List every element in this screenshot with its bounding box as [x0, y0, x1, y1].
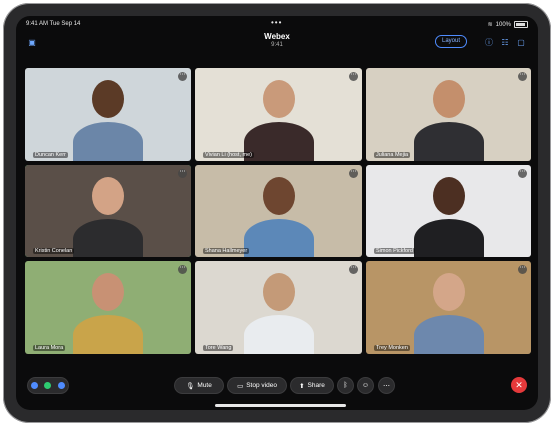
video-tile[interactable]: ⋯ Juliana Mejia: [366, 68, 531, 161]
tile-more-icon[interactable]: ⋯: [178, 265, 187, 274]
participant-body: [413, 315, 484, 354]
home-indicator[interactable]: [215, 404, 346, 407]
video-tile[interactable]: ⋯ Laura Mora: [25, 261, 191, 354]
mute-label: Mute: [197, 382, 212, 389]
share-button[interactable]: ⬆ Share: [290, 377, 334, 394]
video-tile[interactable]: ⋯ Simon Pickford: [366, 165, 531, 257]
participant-name: Tore Wang: [203, 345, 234, 351]
participant-body: [413, 219, 484, 257]
multitask-dots[interactable]: •••: [271, 18, 282, 27]
share-icon: ⬆: [299, 382, 305, 390]
layout-button[interactable]: Layout: [435, 35, 467, 48]
status-bar: 9:41 AM Tue Sep 14 ••• ≋ 100%: [16, 16, 538, 30]
participant-video: [73, 273, 143, 354]
participant-body: [73, 219, 143, 257]
participant-head: [92, 80, 124, 118]
video-tile[interactable]: ⋯ Duncan Kerr: [25, 68, 191, 161]
info-icon[interactable]: ⓘ: [483, 36, 495, 48]
video-icon: ▭: [237, 382, 244, 390]
participant-name: Juliana Mejia: [374, 152, 411, 158]
tile-more-icon[interactable]: ⋯: [178, 72, 187, 81]
control-bar: 🎙 Mute ▭ Stop video ⬆ Share ᛒ ☺ ⋯ ✕: [16, 372, 538, 398]
stop-video-button[interactable]: ▭ Stop video: [227, 377, 287, 394]
tile-more-icon[interactable]: ⋯: [349, 169, 358, 178]
tile-more-icon[interactable]: ⋯: [518, 169, 527, 178]
chat-icon[interactable]: ▢: [515, 36, 527, 48]
video-tile[interactable]: ⋯ Trey Monken: [366, 261, 531, 354]
battery-icon: [514, 21, 528, 28]
participant-video: [73, 177, 143, 257]
participant-name: Simon Pickford: [374, 248, 415, 254]
participant-body: [243, 315, 314, 354]
participant-video: [413, 80, 484, 161]
status-right: ≋ 100%: [488, 21, 528, 28]
video-tile[interactable]: ⋯ Tore Wang: [195, 261, 362, 354]
participant-body: [243, 122, 314, 161]
participant-head: [262, 80, 295, 118]
video-grid: ⋯ Duncan Kerr ⋯ Vivian Li (host, me) ⋯ J…: [25, 68, 531, 354]
reactions-icon[interactable]: ☺: [357, 377, 374, 394]
bluetooth-icon[interactable]: ᛒ: [337, 377, 354, 394]
device-icon: [44, 382, 52, 389]
audio-icon: [31, 382, 39, 389]
participant-name: Trey Monken: [374, 345, 410, 351]
battery-percent: 100%: [495, 21, 511, 28]
participant-video: [243, 273, 314, 354]
participant-video: [413, 273, 484, 354]
video-tile[interactable]: ⋯ Vivian Li (host, me): [195, 68, 362, 161]
participant-head: [432, 177, 465, 215]
status-time: 9:41 AM Tue Sep 14: [26, 21, 81, 27]
participant-video: [243, 177, 314, 257]
signal-icon: [57, 382, 65, 389]
video-tile-active-speaker[interactable]: ⋯ Kristin Conelan: [25, 165, 191, 257]
mic-icon: 🎙: [186, 382, 195, 390]
participant-head: [92, 177, 124, 215]
participant-body: [73, 122, 143, 161]
participant-name: Kristin Conelan: [33, 248, 75, 254]
tile-more-icon[interactable]: ⋯: [518, 72, 527, 81]
participant-name: Vivian Li (host, me): [203, 152, 254, 158]
participant-body: [73, 315, 143, 354]
end-call-icon[interactable]: ✕: [511, 377, 527, 393]
stop-video-label: Stop video: [246, 382, 277, 389]
participant-name: Duncan Kerr: [33, 152, 68, 158]
more-icon[interactable]: ⋯: [378, 377, 395, 394]
participant-body: [413, 122, 484, 161]
tile-more-icon[interactable]: ⋯: [349, 265, 358, 274]
wifi-icon: ≋: [487, 22, 493, 28]
tile-more-icon[interactable]: ⋯: [178, 169, 187, 178]
participant-head: [432, 80, 465, 118]
share-label: Share: [307, 382, 325, 389]
app-header: ▣ Webex 9:41 Layout ⓘ ☷ ▢: [16, 30, 538, 56]
webex-screen: 9:41 AM Tue Sep 14 ••• ≋ 100% ▣ Webex 9:…: [16, 16, 538, 410]
participant-video: [73, 80, 143, 161]
participant-name: Laura Mora: [33, 345, 66, 351]
participants-icon[interactable]: ☷: [499, 36, 511, 48]
tile-more-icon[interactable]: ⋯: [349, 72, 358, 81]
tile-more-icon[interactable]: ⋯: [518, 265, 527, 274]
participant-video: [413, 177, 484, 257]
participant-body: [243, 219, 314, 257]
participant-head: [92, 273, 124, 311]
participant-video: [243, 80, 314, 161]
audio-connection-group[interactable]: [27, 377, 69, 394]
participant-name: Shana Hallmeyer: [203, 248, 250, 254]
participant-head: [262, 177, 295, 215]
participant-head: [432, 273, 465, 311]
participant-head: [262, 273, 295, 311]
ipad-frame: 9:41 AM Tue Sep 14 ••• ≋ 100% ▣ Webex 9:…: [3, 3, 551, 423]
mute-button[interactable]: 🎙 Mute: [174, 377, 224, 394]
video-tile[interactable]: ⋯ Shana Hallmeyer: [195, 165, 362, 257]
